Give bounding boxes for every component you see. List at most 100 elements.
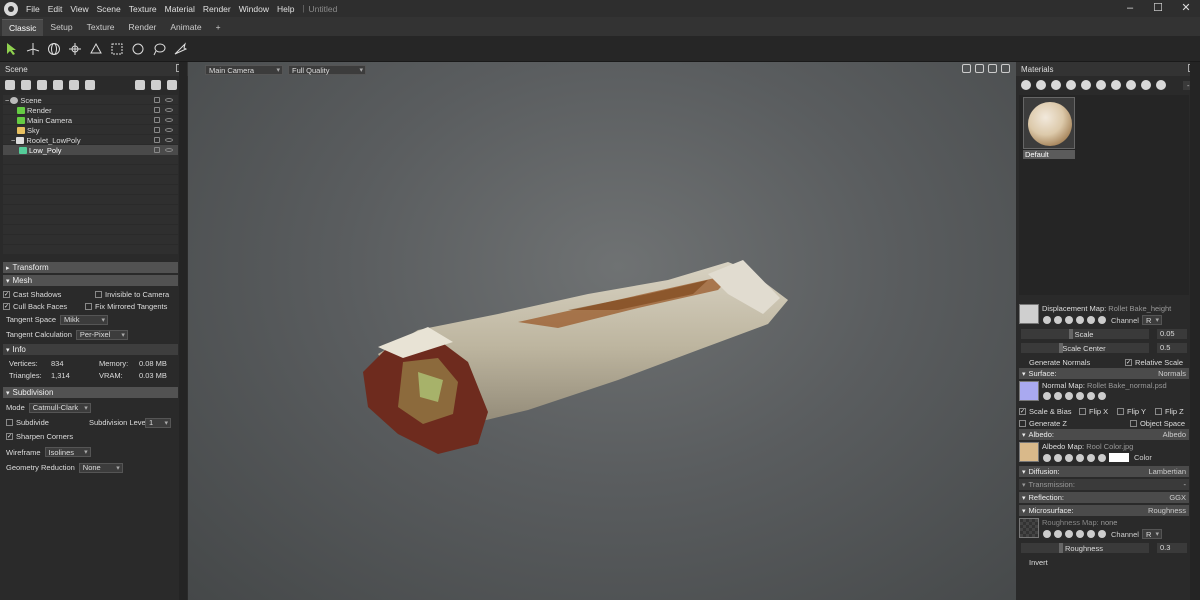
section-transmission[interactable]: Transmission: - (1019, 479, 1189, 490)
lock-icon[interactable] (154, 147, 160, 153)
expand-icon[interactable]: − (5, 96, 9, 105)
tab-animate[interactable]: Animate (163, 19, 208, 36)
lasso-icon[interactable] (151, 41, 167, 57)
tab-texture[interactable]: Texture (80, 19, 122, 36)
save-material-icon[interactable] (1081, 80, 1091, 90)
menu-file[interactable]: File (22, 4, 44, 14)
paint-icon[interactable] (1065, 530, 1073, 538)
gear-icon[interactable] (1043, 530, 1051, 538)
invisible-camera-checkbox[interactable] (95, 290, 102, 298)
tab-setup[interactable]: Setup (43, 19, 79, 36)
edit-icon[interactable] (1076, 453, 1084, 462)
scale-value[interactable]: 0.05 (1157, 329, 1187, 339)
assign-material-icon[interactable] (1111, 80, 1121, 90)
lock-icon[interactable] (154, 97, 160, 103)
pick-material-icon[interactable] (1126, 80, 1136, 90)
section-diffusion[interactable]: Diffusion: Lambertian (1019, 466, 1189, 477)
microsurface-value[interactable]: Roughness (1148, 506, 1186, 515)
sharpen-checkbox[interactable]: ✓ (6, 432, 13, 440)
expand-icon[interactable]: − (11, 136, 15, 145)
transmission-value[interactable]: - (1184, 480, 1187, 489)
add-mesh-icon[interactable] (69, 80, 79, 90)
close-icon[interactable] (1098, 316, 1106, 324)
rotate-icon[interactable] (46, 41, 62, 57)
select-arrow-icon[interactable] (4, 41, 20, 57)
section-surface[interactable]: Surface: Normals (1019, 368, 1189, 379)
scale-slider[interactable]: Scale 0.05 (1019, 328, 1189, 340)
section-transform[interactable]: Transform (3, 262, 178, 273)
search-icon[interactable] (1054, 453, 1062, 462)
section-microsurface[interactable]: Microsurface: Roughness (1019, 505, 1189, 516)
roughness-slider[interactable]: Roughness 0.3 (1019, 542, 1189, 554)
add-material-icon[interactable] (1021, 80, 1031, 90)
scale-center-slider[interactable]: Scale Center 0.5 (1019, 342, 1189, 354)
add-light-icon[interactable] (21, 80, 31, 90)
flip-z-checkbox[interactable] (1155, 407, 1162, 415)
section-reflection[interactable]: Reflection: GGX (1019, 492, 1189, 503)
color-swatch[interactable] (1109, 453, 1129, 462)
delete-material-icon[interactable] (1096, 80, 1106, 90)
tab-render[interactable]: Render (122, 19, 164, 36)
search-icon[interactable] (1054, 392, 1062, 400)
relative-scale-checkbox[interactable]: ✓ (1125, 358, 1133, 366)
burrito-model[interactable] (188, 62, 1016, 600)
close-icon[interactable] (1098, 530, 1106, 538)
add-object-icon[interactable] (5, 80, 15, 90)
circle-select-icon[interactable] (130, 41, 146, 57)
refresh-icon[interactable] (1087, 316, 1095, 324)
duplicate-material-icon[interactable] (1036, 80, 1046, 90)
section-subdivision[interactable]: Subdivision (3, 387, 178, 398)
gear-icon[interactable] (1043, 316, 1051, 324)
material-library-icon[interactable] (1051, 80, 1061, 90)
flip-y-checkbox[interactable] (1117, 407, 1124, 415)
move-icon[interactable] (25, 41, 41, 57)
tangent-space-dropdown[interactable]: Mikk (60, 314, 109, 325)
fix-mirrored-checkbox[interactable] (85, 302, 92, 310)
add-sky-icon[interactable] (53, 80, 63, 90)
subdivide-checkbox[interactable] (6, 419, 13, 426)
duplicate-icon[interactable] (151, 80, 161, 90)
wireframe-dropdown[interactable]: Isolines (44, 447, 91, 457)
bake-icon[interactable] (1156, 80, 1166, 90)
search-icon[interactable] (1054, 316, 1062, 324)
tree-item-main-camera[interactable]: Main Camera (3, 115, 178, 125)
cull-back-checkbox[interactable]: ✓ (3, 302, 10, 310)
lock-icon[interactable] (154, 137, 160, 143)
flip-x-checkbox[interactable] (1079, 407, 1086, 415)
folder-icon[interactable] (1066, 80, 1076, 90)
menu-help[interactable]: Help (273, 4, 298, 14)
section-albedo[interactable]: Albedo: Albedo (1019, 429, 1189, 440)
subdiv-level-input[interactable]: 1 (145, 417, 171, 428)
diffusion-value[interactable]: Lambertian (1148, 467, 1186, 476)
section-mesh[interactable]: Mesh (3, 275, 178, 286)
close-icon[interactable] (1098, 392, 1106, 400)
paint-icon[interactable] (1065, 316, 1073, 324)
refresh-icon[interactable] (1087, 392, 1095, 400)
paint-icon[interactable] (1065, 392, 1073, 400)
tree-item-low-poly[interactable]: Low_Poly (3, 145, 178, 155)
eye-icon[interactable] (165, 108, 173, 112)
invert-label[interactable]: Invert (1029, 558, 1048, 567)
material-thumbnail-default[interactable] (1023, 97, 1075, 149)
close-icon[interactable] (1098, 453, 1106, 462)
tree-item-scene[interactable]: − Scene (3, 95, 178, 105)
albedo-map-thumb[interactable] (1019, 442, 1039, 462)
cast-shadows-checkbox[interactable]: ✓ (3, 290, 10, 298)
eye-icon[interactable] (165, 128, 173, 132)
box-select-icon[interactable] (109, 41, 125, 57)
edit-icon[interactable] (1076, 316, 1084, 324)
add-camera-icon[interactable] (37, 80, 47, 90)
eye-icon[interactable] (165, 138, 173, 142)
apply-icon[interactable] (1141, 80, 1151, 90)
channel-dropdown[interactable]: R (1141, 315, 1162, 325)
tree-item-sky[interactable]: Sky (3, 125, 178, 135)
close-icon[interactable]: ✕ (1172, 0, 1200, 17)
mode-dropdown[interactable]: Catmull-Clark (28, 402, 91, 413)
tab-classic[interactable]: Classic (2, 19, 44, 36)
albedo-value[interactable]: Albedo (1163, 430, 1186, 439)
refresh-icon[interactable] (1087, 453, 1095, 462)
lock-icon[interactable] (154, 117, 160, 123)
menu-edit[interactable]: Edit (44, 4, 67, 14)
gear-icon[interactable] (1043, 392, 1051, 400)
menu-scene[interactable]: Scene (93, 4, 125, 14)
